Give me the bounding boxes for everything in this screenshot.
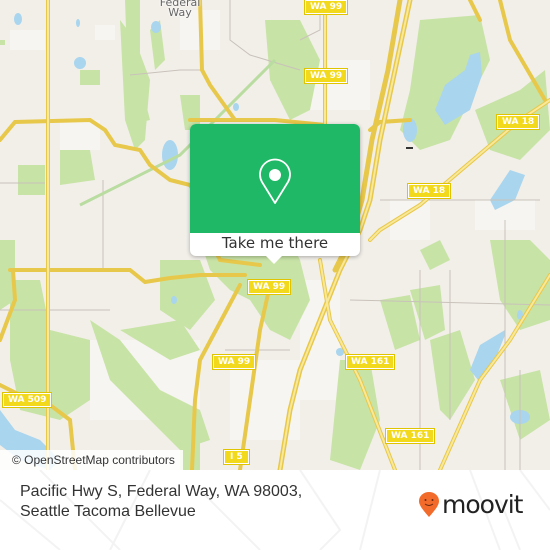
place-label-federal-way: Federal Way (159, 0, 201, 19)
road-shield-wa99: WA 99 (303, 0, 349, 15)
road-shield-wa509: WA 509 (1, 392, 53, 408)
popup-pointer (266, 256, 282, 264)
road-shield-wa99: WA 99 (246, 279, 292, 295)
map[interactable]: Federal Way WA 99 WA 99 WA 18 WA 18 WA 99… (0, 0, 550, 470)
address-text: Pacific Hwy S, Federal Way, WA 98003, Se… (20, 483, 303, 520)
location-popup: Take me there (190, 124, 360, 264)
popup-header (190, 124, 360, 233)
road-shield-wa18: WA 18 (495, 114, 541, 130)
footer: Pacific Hwy S, Federal Way, WA 98003, Se… (0, 470, 550, 550)
road-shield-wa18: WA 18 (406, 183, 452, 199)
road-shield-wa161: WA 161 (344, 354, 396, 370)
moovit-wordmark: moovit (442, 490, 523, 519)
road-shield-wa99: WA 99 (303, 68, 349, 84)
take-me-there-button[interactable]: Take me there (190, 233, 360, 256)
map-pin-icon (259, 158, 291, 204)
road-shield-wa161: WA 161 (384, 428, 436, 444)
moovit-pin-icon (419, 491, 439, 517)
map-attribution[interactable]: © OpenStreetMap contributors (0, 450, 183, 470)
map-marker-bar (406, 147, 413, 149)
road-shield-i5: I 5 (223, 449, 250, 465)
road-shield-wa99: WA 99 (211, 354, 257, 370)
moovit-logo[interactable]: moovit (418, 490, 523, 519)
